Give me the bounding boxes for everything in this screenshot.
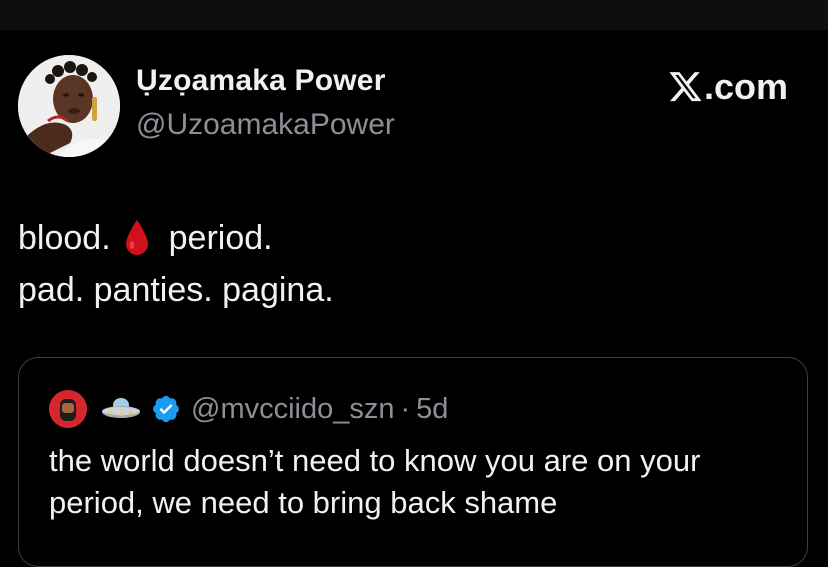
author-avatar[interactable] <box>18 55 120 157</box>
tweet-line-1: blood. period. <box>18 212 334 264</box>
author-display-name[interactable]: Ụzọamaka Power <box>136 64 386 98</box>
quoted-tweet-time[interactable]: 5d <box>416 393 448 426</box>
x-com-brand: .com <box>668 66 788 108</box>
tweet-text-blood: blood. <box>18 219 111 257</box>
brand-domain-label: .com <box>704 66 789 107</box>
header-separator: · <box>400 392 411 425</box>
tweet-body: blood. period. pad. panties. pagina. <box>18 212 334 316</box>
x-logo-icon <box>669 72 702 102</box>
tweet-line-2: pad. panties. pagina. <box>18 264 334 316</box>
tweet-text-period: period. <box>168 219 273 257</box>
blood-drop-icon <box>125 220 148 255</box>
top-bar <box>0 0 828 30</box>
quoted-author-handle[interactable]: @mvcciido_szn <box>191 393 395 426</box>
verified-badge-icon <box>153 395 179 423</box>
quoted-tweet-card[interactable]: @mvcciido_szn · 5d the world doesn’t nee… <box>18 357 808 567</box>
author-handle[interactable]: @UzoamakaPower <box>136 108 395 142</box>
quoted-author-avatar[interactable] <box>49 390 87 428</box>
quoted-tweet-header: @mvcciido_szn · 5d <box>49 390 448 428</box>
tweet-text-line2: pad. panties. pagina. <box>18 271 334 309</box>
author-avatar-image <box>18 55 120 157</box>
quoted-tweet-text: the world doesn’t need to know you are o… <box>49 443 701 520</box>
flying-saucer-icon <box>102 398 140 418</box>
quoted-avatar-image <box>49 390 87 428</box>
